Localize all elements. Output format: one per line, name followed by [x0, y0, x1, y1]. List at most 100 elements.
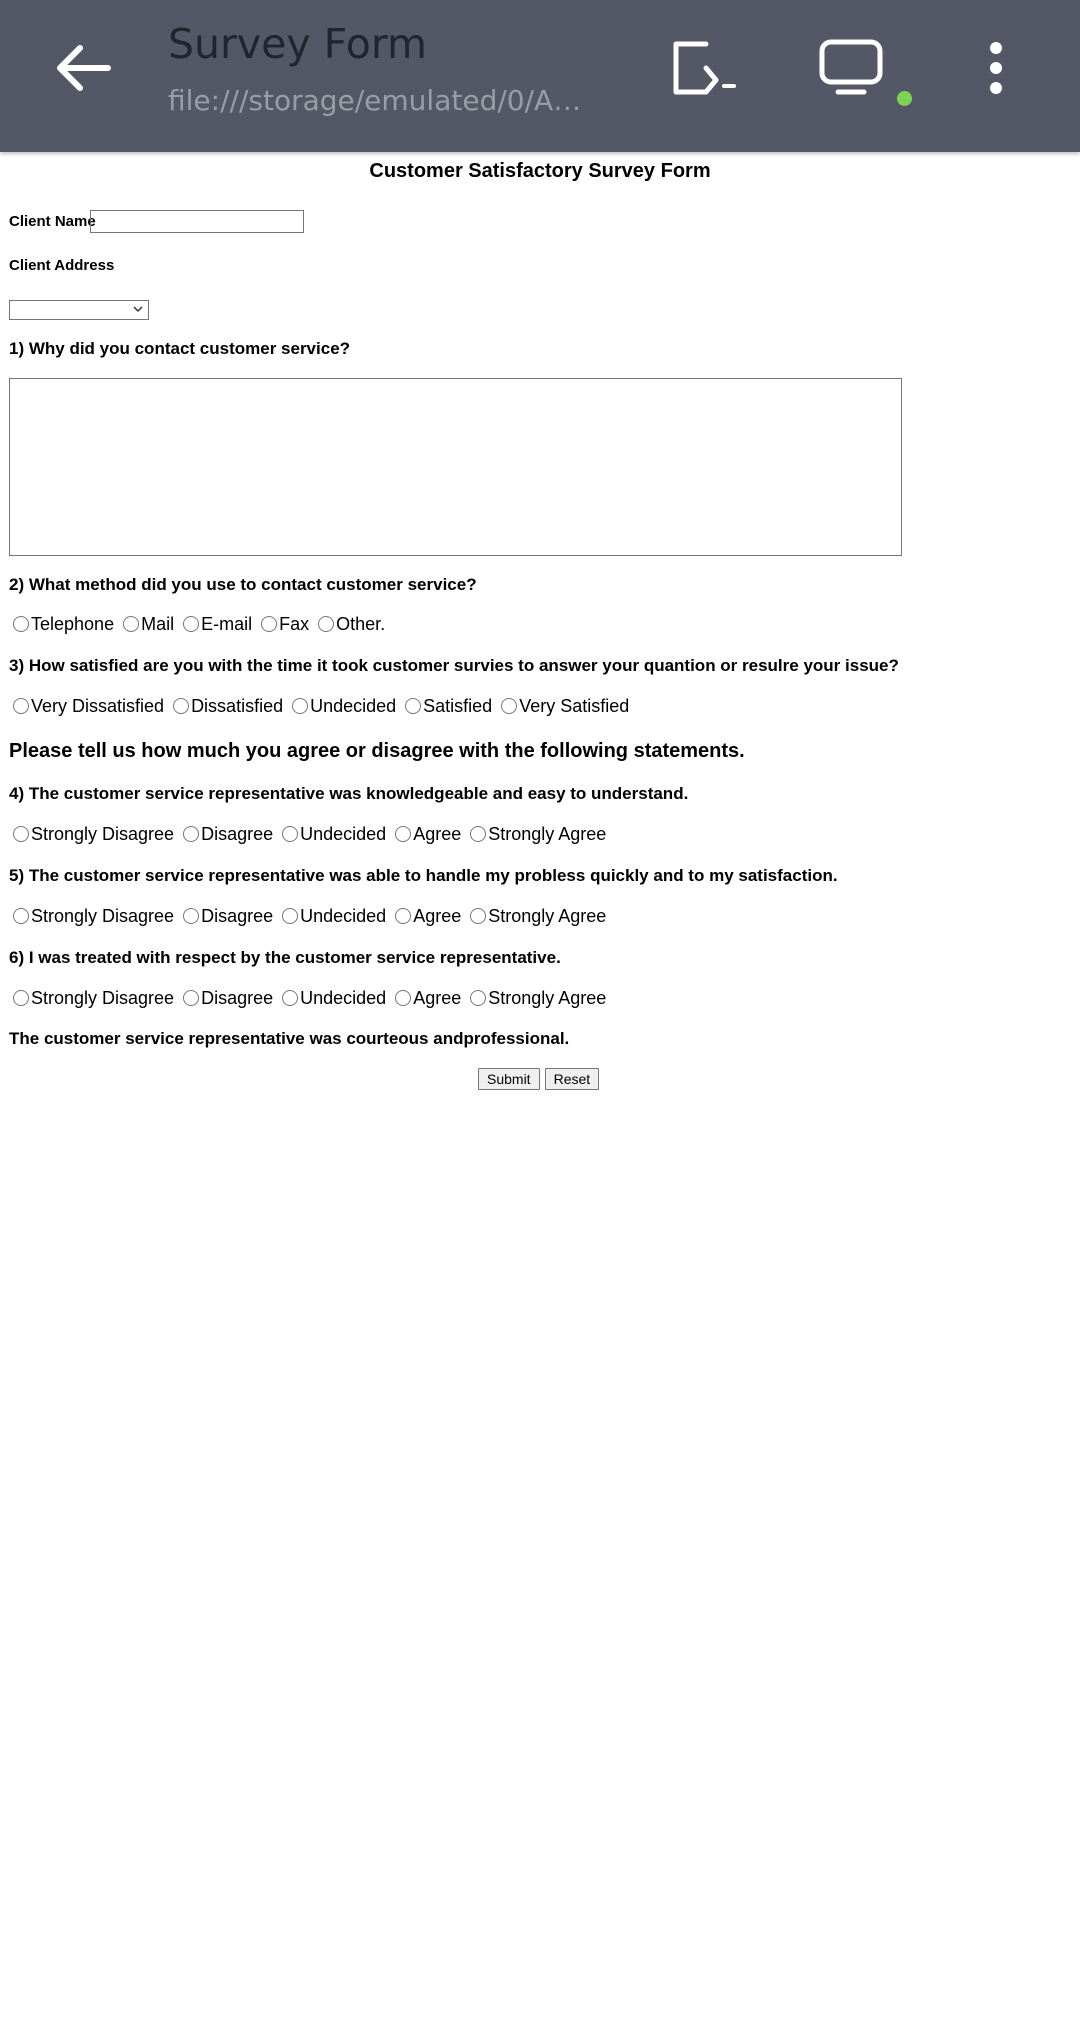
q3-option-satisfied[interactable]: Satisfied	[405, 696, 492, 717]
q6-option-strongly-disagree[interactable]: Strongly Disagree	[13, 988, 174, 1009]
q2-option-other[interactable]: Other.	[318, 614, 385, 635]
q6-option-disagree[interactable]: Disagree	[183, 988, 273, 1009]
radio-button[interactable]	[501, 698, 518, 714]
app-toolbar: Survey Form file:///storage/emulated/0/A…	[0, 0, 1080, 152]
radio-button[interactable]	[13, 908, 29, 924]
option-label: Undecided	[310, 695, 397, 716]
q5-option-undecided[interactable]: Undecided	[282, 906, 386, 927]
q5-option-strongly-disagree[interactable]: Strongly Disagree	[13, 906, 174, 927]
option-label: Agree	[413, 905, 462, 926]
option-label: Other.	[336, 613, 386, 634]
question-7: The customer service representative was …	[9, 1029, 570, 1048]
option-label: Very Dissatisfied	[31, 695, 165, 716]
option-label: Mail	[141, 613, 175, 634]
option-label: E-mail	[201, 613, 253, 634]
option-label: Undecided	[300, 823, 387, 844]
radio-button[interactable]	[261, 616, 278, 632]
submit-button[interactable]: Submit	[478, 1068, 540, 1090]
q5-option-disagree[interactable]: Disagree	[183, 906, 273, 927]
q3-option-very-dissatisfied[interactable]: Very Dissatisfied	[13, 696, 164, 717]
q6-option-strongly-agree[interactable]: Strongly Agree	[470, 988, 606, 1009]
radio-button[interactable]	[395, 826, 412, 842]
monitor-icon[interactable]	[818, 38, 884, 98]
option-label: Strongly Agree	[488, 905, 607, 926]
client-name-input[interactable]	[90, 210, 304, 233]
radio-button[interactable]	[282, 990, 299, 1006]
q2-option-mail[interactable]: Mail	[123, 614, 174, 635]
client-address-label: Client Address	[9, 257, 115, 274]
q3-options: Very Dissatisfied Dissatisfied Undecided…	[13, 694, 638, 718]
question-5: 5) The customer service representative w…	[9, 866, 838, 885]
q2-options: Telephone Mail E-mail Fax Other.	[13, 612, 394, 636]
option-label: Agree	[413, 987, 462, 1008]
option-label: Strongly Agree	[488, 823, 607, 844]
q6-option-undecided[interactable]: Undecided	[282, 988, 386, 1009]
option-label: Disagree	[201, 905, 274, 926]
option-label: Strongly Disagree	[31, 905, 175, 926]
q6-options: Strongly Disagree Disagree Undecided Agr…	[13, 986, 615, 1010]
option-label: Undecided	[300, 987, 387, 1008]
radio-button[interactable]	[183, 990, 200, 1006]
question-3: 3) How satisfied are you with the time i…	[9, 656, 899, 675]
q4-option-disagree[interactable]: Disagree	[183, 824, 273, 845]
option-label: Very Satisfied	[519, 695, 630, 716]
radio-button[interactable]	[470, 990, 487, 1006]
option-label: Strongly Disagree	[31, 823, 175, 844]
terminal-icon[interactable]	[672, 40, 742, 96]
radio-button[interactable]	[470, 908, 487, 924]
radio-button[interactable]	[173, 698, 190, 714]
q5-options: Strongly Disagree Disagree Undecided Agr…	[13, 904, 615, 928]
option-label: Disagree	[201, 987, 274, 1008]
radio-button[interactable]	[13, 990, 29, 1006]
radio-button[interactable]	[470, 826, 487, 842]
option-label: Disagree	[201, 823, 274, 844]
question-4: 4) The customer service representative w…	[9, 784, 689, 803]
q6-option-agree[interactable]: Agree	[395, 988, 461, 1009]
radio-button[interactable]	[395, 908, 412, 924]
q1-answer-textarea[interactable]	[9, 378, 902, 556]
radio-button[interactable]	[282, 826, 299, 842]
radio-button[interactable]	[13, 698, 29, 714]
option-label: Strongly Disagree	[31, 987, 175, 1008]
statements-heading: Please tell us how much you agree or dis…	[9, 740, 745, 762]
radio-button[interactable]	[282, 908, 299, 924]
client-name-label: Client Name	[9, 213, 96, 230]
form-buttons: Submit Reset	[478, 1068, 604, 1090]
radio-button[interactable]	[123, 616, 140, 632]
radio-button[interactable]	[395, 990, 412, 1006]
radio-button[interactable]	[13, 826, 29, 842]
q4-options: Strongly Disagree Disagree Undecided Agr…	[13, 822, 615, 846]
question-6: 6) I was treated with respect by the cus…	[9, 948, 561, 967]
q4-option-undecided[interactable]: Undecided	[282, 824, 386, 845]
q2-option-fax[interactable]: Fax	[261, 614, 309, 635]
q4-option-agree[interactable]: Agree	[395, 824, 461, 845]
chevron-down-icon	[133, 306, 143, 313]
q2-option-telephone[interactable]: Telephone	[13, 614, 114, 635]
radio-button[interactable]	[405, 698, 422, 714]
q5-option-strongly-agree[interactable]: Strongly Agree	[470, 906, 606, 927]
option-label: Fax	[279, 613, 310, 634]
question-2: 2) What method did you use to contact cu…	[9, 575, 477, 594]
arrow-left-icon[interactable]	[52, 40, 116, 96]
q3-option-dissatisfied[interactable]: Dissatisfied	[173, 696, 283, 717]
q2-option-email[interactable]: E-mail	[183, 614, 252, 635]
q4-option-strongly-disagree[interactable]: Strongly Disagree	[13, 824, 174, 845]
form-title: Customer Satisfactory Survey Form	[369, 160, 711, 182]
q3-option-undecided[interactable]: Undecided	[292, 696, 396, 717]
q5-option-agree[interactable]: Agree	[395, 906, 461, 927]
page-title: Survey Form	[168, 20, 427, 68]
radio-button[interactable]	[13, 616, 29, 632]
q3-option-very-satisfied[interactable]: Very Satisfied	[501, 696, 629, 717]
radio-button[interactable]	[292, 698, 309, 714]
radio-button[interactable]	[318, 616, 335, 632]
option-label: Satisfied	[423, 695, 493, 716]
option-label: Undecided	[300, 905, 387, 926]
reset-button[interactable]: Reset	[544, 1068, 600, 1090]
option-label: Dissatisfied	[191, 695, 284, 716]
client-address-select[interactable]	[9, 300, 149, 320]
radio-button[interactable]	[183, 908, 200, 924]
q4-option-strongly-agree[interactable]: Strongly Agree	[470, 824, 606, 845]
radio-button[interactable]	[183, 826, 200, 842]
radio-button[interactable]	[183, 616, 200, 632]
more-vert-icon[interactable]	[980, 40, 1012, 96]
